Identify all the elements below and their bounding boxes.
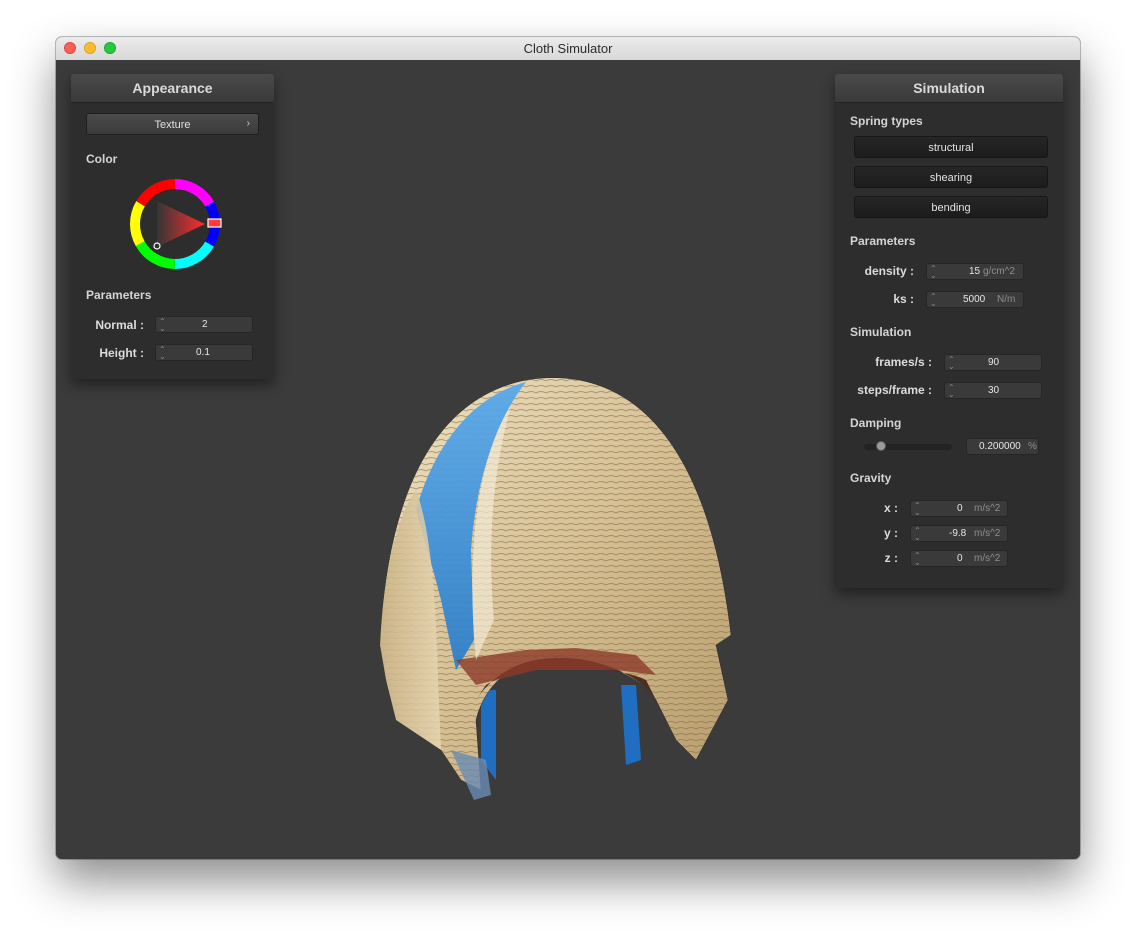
window-title: Cloth Simulator [523, 41, 613, 56]
frames-per-second-label: frames/s : [875, 355, 932, 369]
app-window: Cloth Simulator Appearance Texture › Col… [56, 37, 1080, 859]
normal-label: Normal : [95, 318, 144, 332]
3d-viewport[interactable]: Appearance Texture › Color Parameters No… [56, 60, 1080, 859]
title-bar: Cloth Simulator [56, 37, 1080, 61]
stepper-icon[interactable]: ⌃ ⌄ [914, 527, 921, 542]
stepper-icon[interactable]: ⌃ ⌄ [159, 346, 166, 361]
shader-dropdown-value: Texture [154, 119, 191, 131]
simulation-parameters-label: Parameters [850, 234, 916, 248]
stepper-icon[interactable]: ⌃ ⌄ [930, 293, 937, 308]
damping-slider[interactable] [864, 441, 952, 451]
damping-input[interactable]: 0.200000 % [966, 438, 1039, 455]
frames-per-second-input[interactable]: ⌃ ⌄ 90 [944, 354, 1042, 371]
chevron-right-icon: › [246, 118, 250, 129]
appearance-panel-title: Appearance [71, 74, 274, 103]
structural-toggle-button[interactable]: structural [854, 136, 1048, 158]
steps-per-frame-label: steps/frame : [857, 383, 932, 397]
simulation-panel-title: Simulation [835, 74, 1063, 103]
spring-types-label: Spring types [850, 114, 923, 128]
gravity-z-label: z : [884, 551, 898, 565]
gravity-z-input[interactable]: ⌃ ⌄ 0 m/s^2 [910, 550, 1008, 567]
stepper-icon[interactable]: ⌃ ⌄ [948, 356, 955, 371]
gravity-y-label: y : [883, 526, 898, 540]
damping-slider-handle[interactable] [876, 441, 886, 451]
shader-dropdown[interactable]: Texture › [86, 113, 259, 135]
simulation-section-label: Simulation [850, 325, 912, 339]
height-input[interactable]: ⌃ ⌄ 0.1 [155, 344, 253, 361]
gravity-y-input[interactable]: ⌃ ⌄ -9.8 m/s^2 [910, 525, 1008, 542]
color-section-label: Color [86, 152, 118, 166]
gravity-x-input[interactable]: ⌃ ⌄ 0 m/s^2 [910, 500, 1008, 517]
gravity-x-label: x : [883, 501, 898, 515]
ks-label: ks : [893, 292, 914, 306]
shearing-toggle-button[interactable]: shearing [854, 166, 1048, 188]
bending-toggle-button[interactable]: bending [854, 196, 1048, 218]
stepper-icon[interactable]: ⌃ ⌄ [930, 265, 937, 280]
appearance-parameters-label: Parameters [86, 288, 152, 302]
stepper-icon[interactable]: ⌃ ⌄ [914, 552, 921, 567]
simulation-panel: Simulation Spring types structural shear… [835, 74, 1063, 588]
height-label: Height : [99, 346, 144, 360]
appearance-panel: Appearance Texture › Color Parameters No… [71, 74, 274, 379]
color-wheel-picker[interactable] [125, 174, 225, 274]
ks-input[interactable]: ⌃ ⌄ 5000 N/m [926, 291, 1024, 308]
stepper-icon[interactable]: ⌃ ⌄ [914, 502, 921, 517]
damping-label: Damping [850, 416, 902, 430]
density-input[interactable]: ⌃ ⌄ 15 g/cm^2 [926, 263, 1024, 280]
density-label: density : [864, 264, 914, 278]
gravity-label: Gravity [850, 471, 892, 485]
normal-input[interactable]: ⌃ ⌄ 2 [155, 316, 253, 333]
stepper-icon[interactable]: ⌃ ⌄ [159, 318, 166, 333]
stepper-icon[interactable]: ⌃ ⌄ [948, 384, 955, 399]
steps-per-frame-input[interactable]: ⌃ ⌄ 30 [944, 382, 1042, 399]
